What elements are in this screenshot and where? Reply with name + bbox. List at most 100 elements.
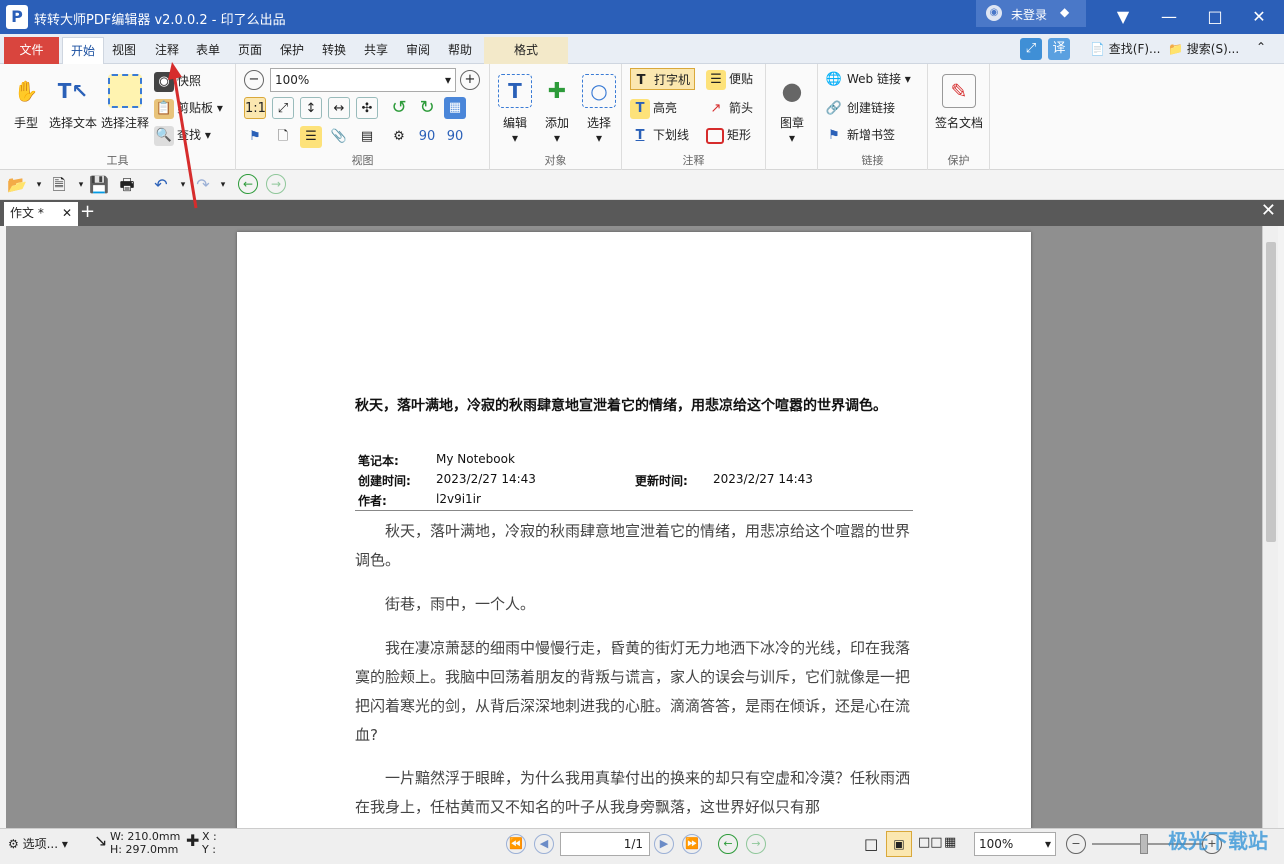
redo-dropdown-icon[interactable]: ▾ [212,174,234,196]
annotation-group: T 打字机 ☰ 便贴 T 高亮 ↗ 箭头 T 下划线 矩形 注释 [622,64,766,170]
select-annotation-button[interactable]: 选择注释 [100,74,150,131]
layers-icon[interactable]: ▤ [356,126,378,148]
history-back-icon[interactable]: ← [718,834,738,854]
tab-review[interactable]: 审阅 [398,37,438,64]
coord-x: X : [202,830,217,843]
hand-icon: ✋ [13,79,39,103]
attachment-icon[interactable]: 📎 [328,126,350,148]
rectangle-button[interactable]: 矩形 [706,124,751,146]
options-button[interactable]: ⚙ 选项... ▾ [8,835,68,852]
select-object-button[interactable]: ○ 选择 ▾ [580,74,618,145]
tab-help[interactable]: 帮助 [440,37,480,64]
prev-page-icon[interactable]: ◀ [534,834,554,854]
tab-page[interactable]: 页面 [230,37,270,64]
rotate-right-icon[interactable]: ↻ [416,97,438,119]
typewriter-button[interactable]: T 打字机 [630,68,696,90]
rotate-page-90-icon[interactable]: 90 [416,126,438,148]
search-button[interactable]: 📁 搜索(S)... [1168,40,1239,57]
document-tab[interactable]: 作文 * ✕ [4,202,78,226]
collapse-ribbon-icon[interactable]: ⌃ [1256,40,1266,54]
meta-divider [355,510,913,511]
find-button[interactable]: 📄 查找(F)... [1090,40,1160,57]
add-bookmark-button[interactable]: ⚑ 新增书签 [824,124,895,146]
coord-y: Y : [202,843,216,856]
status-zoom-out-icon[interactable]: − [1066,834,1086,854]
zoom-slider-handle[interactable] [1140,834,1148,854]
save-icon[interactable]: 💾 [88,174,110,196]
facing-view-icon[interactable]: □□ [918,835,943,850]
add-object-button[interactable]: ✚ 添加 ▾ [538,74,576,146]
highlight-button[interactable]: T 高亮 [630,97,677,119]
sign-document-icon: ✎ [942,74,976,108]
history-forward-icon[interactable]: → [746,834,766,854]
open-folder-icon[interactable]: 📂 [6,174,28,196]
next-page-icon[interactable]: ▶ [654,834,674,854]
underline-button[interactable]: T 下划线 [630,124,689,146]
protect-group: ✎ 签名文档 保护 [928,64,990,170]
file-menu[interactable]: 文件 [4,37,59,64]
menu-dropdown-icon[interactable]: ▼ [1108,4,1138,30]
scrollbar-thumb[interactable] [1266,242,1276,542]
chevron-down-icon: ▾ [1044,837,1051,851]
open-dropdown-icon[interactable]: ▾ [28,174,50,196]
new-tab-icon[interactable]: + [80,201,95,222]
stamp-button[interactable]: ● 图章 ▾ [774,74,810,145]
close-tab-icon[interactable]: ✕ [62,202,72,224]
zoom-out-icon[interactable]: − [244,70,264,90]
tab-format[interactable]: 格式 [484,37,568,64]
vertical-scrollbar[interactable] [1262,226,1278,828]
close-window-button[interactable]: ✕ [1244,4,1274,30]
maximize-button[interactable]: □ [1200,4,1230,30]
tab-share[interactable]: 共享 [356,37,396,64]
rotate-left-icon[interactable]: ↺ [388,97,410,119]
web-link-button[interactable]: 🌐 Web 链接 ▾ [824,68,911,90]
properties-icon[interactable]: ⚙ [388,126,410,148]
login-button[interactable]: ◉ 未登录 ◆ [976,0,1086,27]
fit-visible-icon[interactable]: ✣ [356,97,378,119]
bookmark-icon[interactable]: ⚑ [244,126,266,148]
select-text-button[interactable]: T↖ 选择文本 [48,74,98,131]
first-page-icon[interactable]: ⏪ [506,834,526,854]
translate-icon[interactable]: 译 [1048,38,1070,60]
search-label: 搜索(S)... [1186,42,1240,56]
sticky-note-button[interactable]: ☰ 便贴 [706,68,753,90]
zoom-in-icon[interactable]: + [460,70,480,90]
actual-size-icon[interactable]: 1:1 [244,97,266,119]
user-avatar-icon: ◉ [986,5,1002,21]
last-page-icon[interactable]: ⏩ [682,834,702,854]
sign-document-button[interactable]: ✎ 签名文档 [932,74,986,131]
objects-group-label: 对象 [544,154,567,167]
zoom-select[interactable]: 100% ▾ [270,68,456,92]
links-group-label: 链接 [861,154,884,167]
hand-tool-button[interactable]: ✋ 手型 [8,74,44,131]
page-dimensions: W: 210.0mm H: 297.0mm [110,830,180,856]
continuous-view-icon[interactable]: ▣ [886,831,912,857]
arrow-button[interactable]: ↗ 箭头 [706,97,753,119]
close-all-icon[interactable]: ✕ [1261,200,1276,221]
forward-icon[interactable]: → [266,174,286,194]
select-annotation-label: 选择注释 [100,116,149,130]
fit-page-icon[interactable]: ⤢ [272,97,294,119]
pages-panel-icon[interactable]: 🗋 [272,126,294,148]
new-document-icon[interactable]: 🗎 [48,174,70,196]
paragraph: 秋天，落叶满地，冷寂的秋雨肆意地宣泄着它的情绪，用悲凉给这个喧嚣的世界调色。 [355,522,911,569]
page-number-input[interactable]: 1/1 [560,832,650,856]
tab-start[interactable]: 开始 [62,37,105,64]
fit-height-icon[interactable]: ↕ [300,97,322,119]
fit-width-icon[interactable]: ↔ [328,97,350,119]
status-zoom-select[interactable]: 100% ▾ [974,832,1056,856]
print-icon[interactable]: 🖶 [116,174,138,196]
minimize-button[interactable]: — [1154,4,1184,30]
comments-panel-icon[interactable]: ☰ [300,126,322,148]
edit-object-button[interactable]: T 编辑 ▾ [496,74,534,145]
back-icon[interactable]: ← [238,174,258,194]
tab-view[interactable]: 视图 [104,37,144,64]
create-link-button[interactable]: 🔗 创建链接 [824,97,895,119]
single-page-view-icon[interactable]: □ [864,835,878,853]
fullscreen-icon[interactable]: ⤢ [1020,38,1042,60]
rotate-page-minus90-icon[interactable]: 90 [444,126,466,148]
continuous-facing-icon[interactable]: ▦ [944,835,956,850]
tab-convert[interactable]: 转换 [314,37,354,64]
tab-protect[interactable]: 保护 [272,37,312,64]
page-display-icon[interactable]: ▦ [444,97,466,119]
